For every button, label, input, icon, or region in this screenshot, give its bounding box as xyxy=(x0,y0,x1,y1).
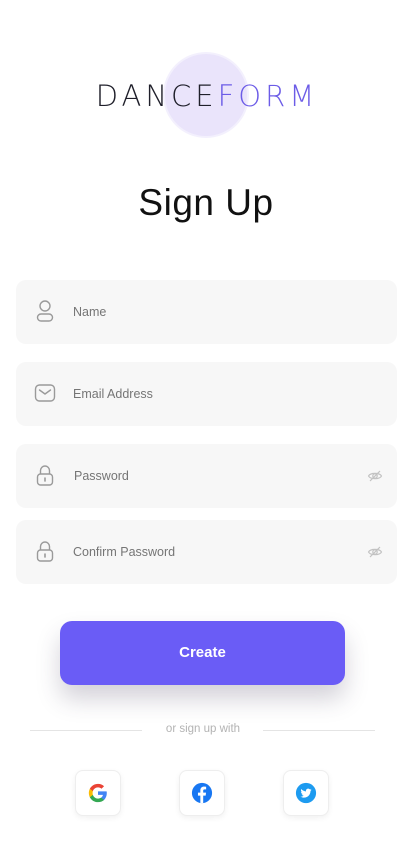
page-title: Sign Up xyxy=(138,182,274,223)
facebook-signup-button[interactable] xyxy=(179,770,225,816)
password-field[interactable] xyxy=(16,444,397,508)
lock-icon xyxy=(36,465,54,486)
social-divider-text: or sign up with xyxy=(165,723,241,735)
lock-icon xyxy=(36,541,54,562)
logo-wordmark: DANCEFORM xyxy=(80,78,334,114)
create-button[interactable]: Create xyxy=(60,621,345,685)
twitter-signup-button[interactable] xyxy=(283,770,329,816)
brand-logo: DANCEFORM xyxy=(0,54,412,138)
password-input[interactable] xyxy=(74,444,344,508)
name-field[interactable] xyxy=(16,280,397,344)
name-input[interactable] xyxy=(73,280,343,344)
logo-text-dance: DANCE xyxy=(95,79,218,113)
google-signup-button[interactable] xyxy=(75,770,121,816)
email-field[interactable] xyxy=(16,362,397,426)
divider-right xyxy=(263,730,375,731)
confirm-password-field[interactable] xyxy=(16,520,397,584)
google-icon xyxy=(88,783,107,803)
eye-off-icon[interactable] xyxy=(367,544,383,560)
logo-text-form: FORM xyxy=(217,79,319,113)
confirm-password-input[interactable] xyxy=(73,520,343,584)
user-icon xyxy=(36,300,54,322)
twitter-icon xyxy=(295,782,317,804)
facebook-icon xyxy=(191,782,213,804)
email-input[interactable] xyxy=(73,362,343,426)
eye-off-icon[interactable] xyxy=(367,468,383,484)
mail-icon xyxy=(34,384,56,402)
